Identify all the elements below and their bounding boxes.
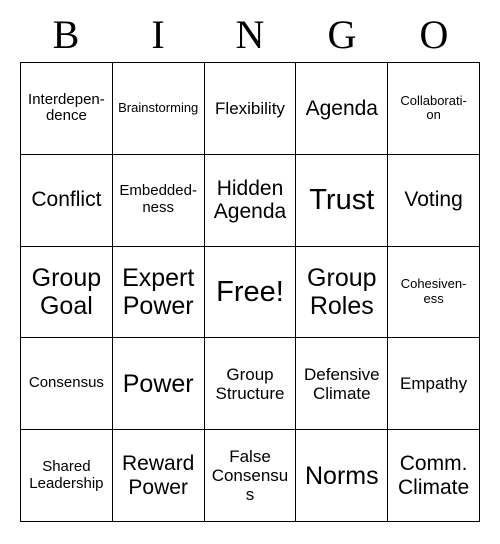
bingo-cell[interactable]: Group Goal <box>21 246 113 339</box>
header-letter-b: B <box>52 12 80 57</box>
bingo-cell-label: Empathy <box>400 374 468 394</box>
bingo-cell-label: Collaborati-on <box>400 92 467 123</box>
bingo-cell[interactable]: Flexibility <box>204 63 297 155</box>
bingo-cell[interactable]: Voting <box>388 154 480 247</box>
bingo-cell[interactable]: False Consensus <box>204 430 297 522</box>
bingo-cell-label: Interdepen-dence <box>28 90 105 125</box>
bingo-card: B I N G O Interdepen-dence Brainstorming… <box>0 0 500 544</box>
bingo-cell-label: Defensive Climate <box>303 364 380 403</box>
bingo-cell-label: Voting <box>404 188 463 212</box>
bingo-cell[interactable]: Interdepen-dence <box>21 63 113 155</box>
bingo-cell[interactable]: Collaborati-on <box>388 63 480 155</box>
bingo-header: B I N G O <box>20 0 480 62</box>
bingo-cell[interactable]: Group Roles <box>296 246 389 339</box>
bingo-cell[interactable]: Expert Power <box>112 246 205 339</box>
bingo-cell[interactable]: Group Structure <box>204 338 297 431</box>
bingo-cell-label: Group Structure <box>215 364 285 403</box>
bingo-cell-label: Norms <box>304 461 379 490</box>
bingo-cell-label: Shared Leadership <box>29 457 104 492</box>
bingo-cell-label: Group Roles <box>307 263 377 320</box>
bingo-cell-label: Agenda <box>305 96 378 120</box>
bingo-cell-free[interactable]: Free! <box>204 246 297 339</box>
bingo-cell[interactable]: Hidden Agenda <box>204 154 297 247</box>
header-letter-o: O <box>419 12 449 57</box>
bingo-cell-label: Reward Power <box>122 452 195 499</box>
bingo-cell[interactable]: Conflict <box>21 154 113 247</box>
bingo-cell-label: Expert Power <box>122 263 195 320</box>
bingo-cell-label: Hidden Agenda <box>213 176 287 224</box>
bingo-cell-label: Brainstorming <box>118 100 199 116</box>
bingo-cell-label: Consensus <box>28 374 104 392</box>
bingo-cell-label: Comm. Climate <box>398 452 470 499</box>
bingo-cell[interactable]: Defensive Climate <box>296 338 389 431</box>
bingo-cell[interactable]: Power <box>112 338 205 431</box>
bingo-cell[interactable]: Consensus <box>21 338 113 431</box>
bingo-cell[interactable]: Trust <box>296 154 389 247</box>
header-letter-g: G <box>327 12 357 57</box>
bingo-cell[interactable]: Cohesiven-ess <box>388 246 480 339</box>
bingo-cell-label: Group Goal <box>31 263 102 320</box>
bingo-cell-label: Conflict <box>31 188 102 212</box>
bingo-cell-label: Trust <box>309 183 375 216</box>
bingo-cell-label: Free! <box>216 275 284 308</box>
bingo-cell[interactable]: Comm. Climate <box>388 430 480 522</box>
bingo-cell-label: False Consensus <box>211 447 289 505</box>
bingo-cell[interactable]: Reward Power <box>112 430 205 522</box>
bingo-grid: Interdepen-dence Brainstorming Flexibili… <box>20 62 480 522</box>
bingo-cell-label: Embedded-ness <box>119 182 197 217</box>
bingo-cell[interactable]: Empathy <box>388 338 480 431</box>
bingo-cell-label: Cohesiven-ess <box>400 276 467 306</box>
bingo-cell[interactable]: Brainstorming <box>112 63 205 155</box>
bingo-cell[interactable]: Shared Leadership <box>21 430 113 522</box>
bingo-cell[interactable]: Embedded-ness <box>112 154 205 247</box>
bingo-cell-label: Flexibility <box>215 98 285 118</box>
bingo-cell[interactable]: Agenda <box>296 63 389 155</box>
bingo-cell[interactable]: Norms <box>296 430 389 522</box>
header-letter-n: N <box>235 12 265 57</box>
bingo-cell-label: Power <box>122 369 194 398</box>
header-letter-i: I <box>151 12 165 57</box>
